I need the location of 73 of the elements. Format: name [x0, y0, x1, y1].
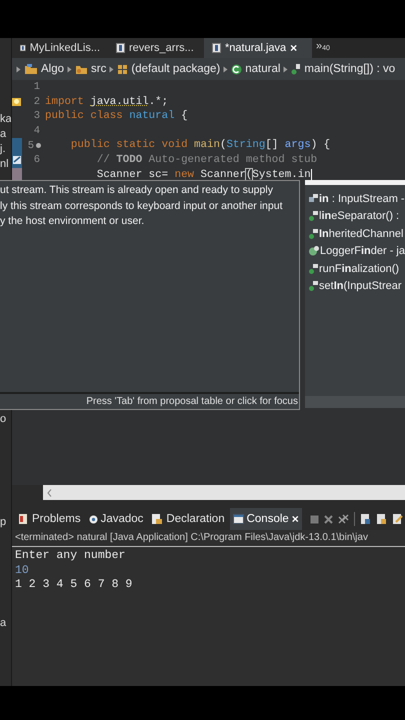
proposal-item[interactable]: LoggerFinder - ja: [309, 242, 405, 260]
horizontal-scrollbar[interactable]: [43, 485, 405, 500]
breadcrumb-item[interactable]: natural: [231, 63, 280, 75]
chevron-icon: [283, 66, 288, 72]
doc-text: y the host environment or user.: [0, 214, 146, 229]
proposal-item[interactable]: lineSeparator() :: [309, 208, 405, 225]
remove-all-icon[interactable]: [338, 514, 349, 524]
console-line: Enter any number: [15, 549, 126, 564]
panel-text: a: [0, 127, 8, 142]
stop-icon[interactable]: [310, 514, 319, 524]
editor-tab[interactable]: MyLinkedLis...: [12, 38, 108, 58]
document-icon[interactable]: [376, 513, 387, 525]
console-icon: [232, 514, 244, 524]
panel-text: nl: [0, 157, 10, 172]
code-line: public class natural {: [45, 109, 188, 124]
document-icon[interactable]: [392, 513, 403, 525]
java-file-icon: [116, 43, 125, 53]
proposal-item[interactable]: InheritedChannel: [309, 225, 405, 242]
static-method-icon: [309, 264, 318, 274]
editor-tab[interactable]: revers_arrs...: [108, 38, 204, 58]
code-line: Scanner sc= new Scanner(System.in: [96, 168, 311, 182]
folder-icon: [75, 64, 88, 74]
static-field-icon: [309, 194, 318, 204]
popup-hint: Press 'Tab' from proposal table or click for focus: [0, 392, 299, 409]
interface-icon: [309, 246, 319, 256]
code-line: // TODO Auto-generated method stub: [96, 152, 318, 168]
static-method-icon: [309, 281, 318, 292]
line-number: 4: [32, 125, 41, 138]
remove-icon[interactable]: [324, 514, 333, 524]
chevron-icon: [223, 66, 228, 72]
document-icon[interactable]: [360, 513, 371, 525]
proposal-item[interactable]: in : InputStream -: [309, 190, 405, 208]
chevron-icon: [109, 66, 114, 72]
console-line: 1 2 3 4 5 6 7 8 9: [15, 578, 134, 592]
chevron-icon: [67, 66, 72, 72]
breadcrumb-item[interactable]: Algo: [24, 63, 64, 75]
scroll-left-icon[interactable]: [47, 488, 52, 496]
panel-text: a: [0, 616, 8, 631]
java-file-icon: [212, 43, 221, 53]
chevron-icon: [16, 66, 21, 72]
method-icon: [291, 64, 302, 74]
panel-text: j.: [0, 142, 6, 157]
code-line: import java.util.*;: [45, 94, 168, 110]
static-method-icon: [309, 211, 318, 222]
view-tab[interactable]: Problems: [15, 508, 84, 530]
panel-text: o: [0, 412, 8, 427]
view-tab[interactable]: Console ×: [230, 508, 302, 530]
static-method-icon: [309, 228, 318, 239]
view-tab[interactable]: Javadoc: [86, 508, 146, 530]
breadcrumb-item[interactable]: src: [75, 63, 106, 75]
line-number: 6: [32, 154, 41, 166]
java-file-icon: [20, 43, 26, 53]
line-number: 5: [26, 140, 35, 152]
console-status: <terminated> natural [Java Application] C:\Program Files\Java\jdk-13.0.1\bin\jav: [12, 530, 405, 547]
proposal-item[interactable]: setIn(InputStrear: [309, 278, 405, 295]
view-tab[interactable]: Declaration: [148, 508, 228, 530]
breadcrumb-item[interactable]: (default package): [117, 63, 220, 75]
line-number: 1: [32, 81, 41, 94]
problems-icon: [18, 513, 29, 525]
breadcrumb-item[interactable]: main(String[]) : vo: [291, 63, 396, 75]
line-number: 2: [32, 96, 41, 108]
console-line: 10: [15, 564, 30, 578]
code-line: public static void main(String[] args) {: [70, 138, 330, 153]
editor-tab[interactable]: *natural.java ×: [204, 38, 312, 58]
declaration-icon: [151, 513, 164, 525]
proposal-item[interactable]: runFinalization(): [309, 260, 405, 278]
line-number: 3: [32, 110, 41, 122]
package-icon: [117, 64, 128, 74]
class-icon: [231, 64, 242, 74]
panel-text: p: [0, 515, 8, 530]
doc-text: ut stream. This stream is already open and ready to supply: [0, 183, 274, 198]
doc-text: ly this stream corresponds to keyboard input or another input: [0, 198, 284, 214]
project-icon: [24, 63, 38, 75]
